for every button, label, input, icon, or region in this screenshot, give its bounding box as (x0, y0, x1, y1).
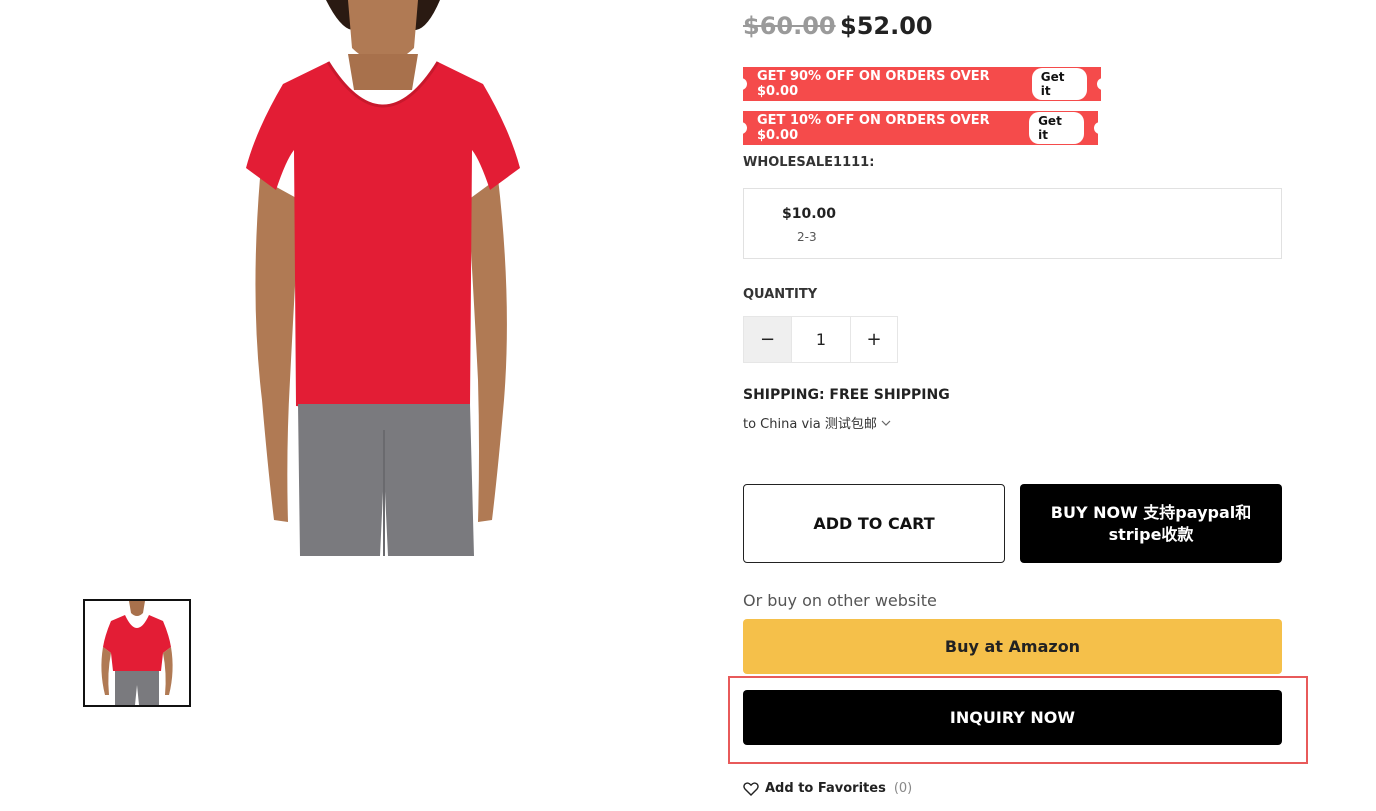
coupon-banner: GET 10% OFF ON ORDERS OVER $0.00 Get it (739, 111, 1102, 145)
quantity-increase-button[interactable]: + (851, 317, 897, 362)
quantity-stepper: − 1 + (743, 316, 898, 363)
shipping-method-text: to China via 测试包邮 (743, 417, 877, 432)
coupon-notch-left (739, 78, 747, 90)
add-to-cart-button[interactable]: ADD TO CART (743, 484, 1005, 563)
coupon-notch-left (739, 122, 747, 134)
coupon-notch-right (1097, 78, 1105, 90)
product-main-image (228, 0, 538, 556)
heart-icon (743, 781, 759, 796)
coupon-text: GET 90% OFF ON ORDERS OVER $0.00 (757, 69, 990, 99)
wholesale-title: WHOLESALE1111: (743, 155, 875, 170)
coupon-text: GET 10% OFF ON ORDERS OVER $0.00 (757, 113, 990, 143)
shipping-title: SHIPPING: FREE SHIPPING (743, 387, 950, 403)
original-price: $60.00 (743, 12, 836, 40)
chevron-down-icon (881, 420, 891, 426)
coupon-notch-right (1094, 122, 1102, 134)
other-website-label: Or buy on other website (743, 591, 937, 610)
product-thumbnail[interactable] (83, 599, 191, 707)
favorites-count: (0) (893, 781, 913, 796)
add-to-favorites-link[interactable]: Add to Favorites (0) (743, 781, 912, 796)
inquiry-now-button[interactable]: INQUIRY NOW (743, 690, 1282, 745)
quantity-decrease-button[interactable]: − (744, 317, 791, 362)
wholesale-tier-price: $10.00 (782, 206, 837, 222)
coupon-get-button[interactable]: Get it (1031, 68, 1087, 100)
shipping-method-selector[interactable]: to China via 测试包邮 (743, 413, 891, 432)
quantity-input[interactable]: 1 (791, 317, 851, 362)
buy-at-amazon-button[interactable]: Buy at Amazon (743, 619, 1282, 674)
wholesale-tier-box (743, 188, 1282, 259)
favorites-label: Add to Favorites (765, 781, 886, 796)
buy-now-button[interactable]: BUY NOW 支持paypal和stripe收款 (1020, 484, 1282, 563)
coupon-banner: GET 90% OFF ON ORDERS OVER $0.00 Get it (739, 67, 1105, 101)
wholesale-tier-range: 2-3 (797, 230, 817, 244)
thumbnail-image (85, 601, 189, 705)
coupon-get-button[interactable]: Get it (1029, 112, 1084, 144)
current-price: $52.00 (840, 12, 933, 40)
quantity-label: QUANTITY (743, 287, 818, 302)
